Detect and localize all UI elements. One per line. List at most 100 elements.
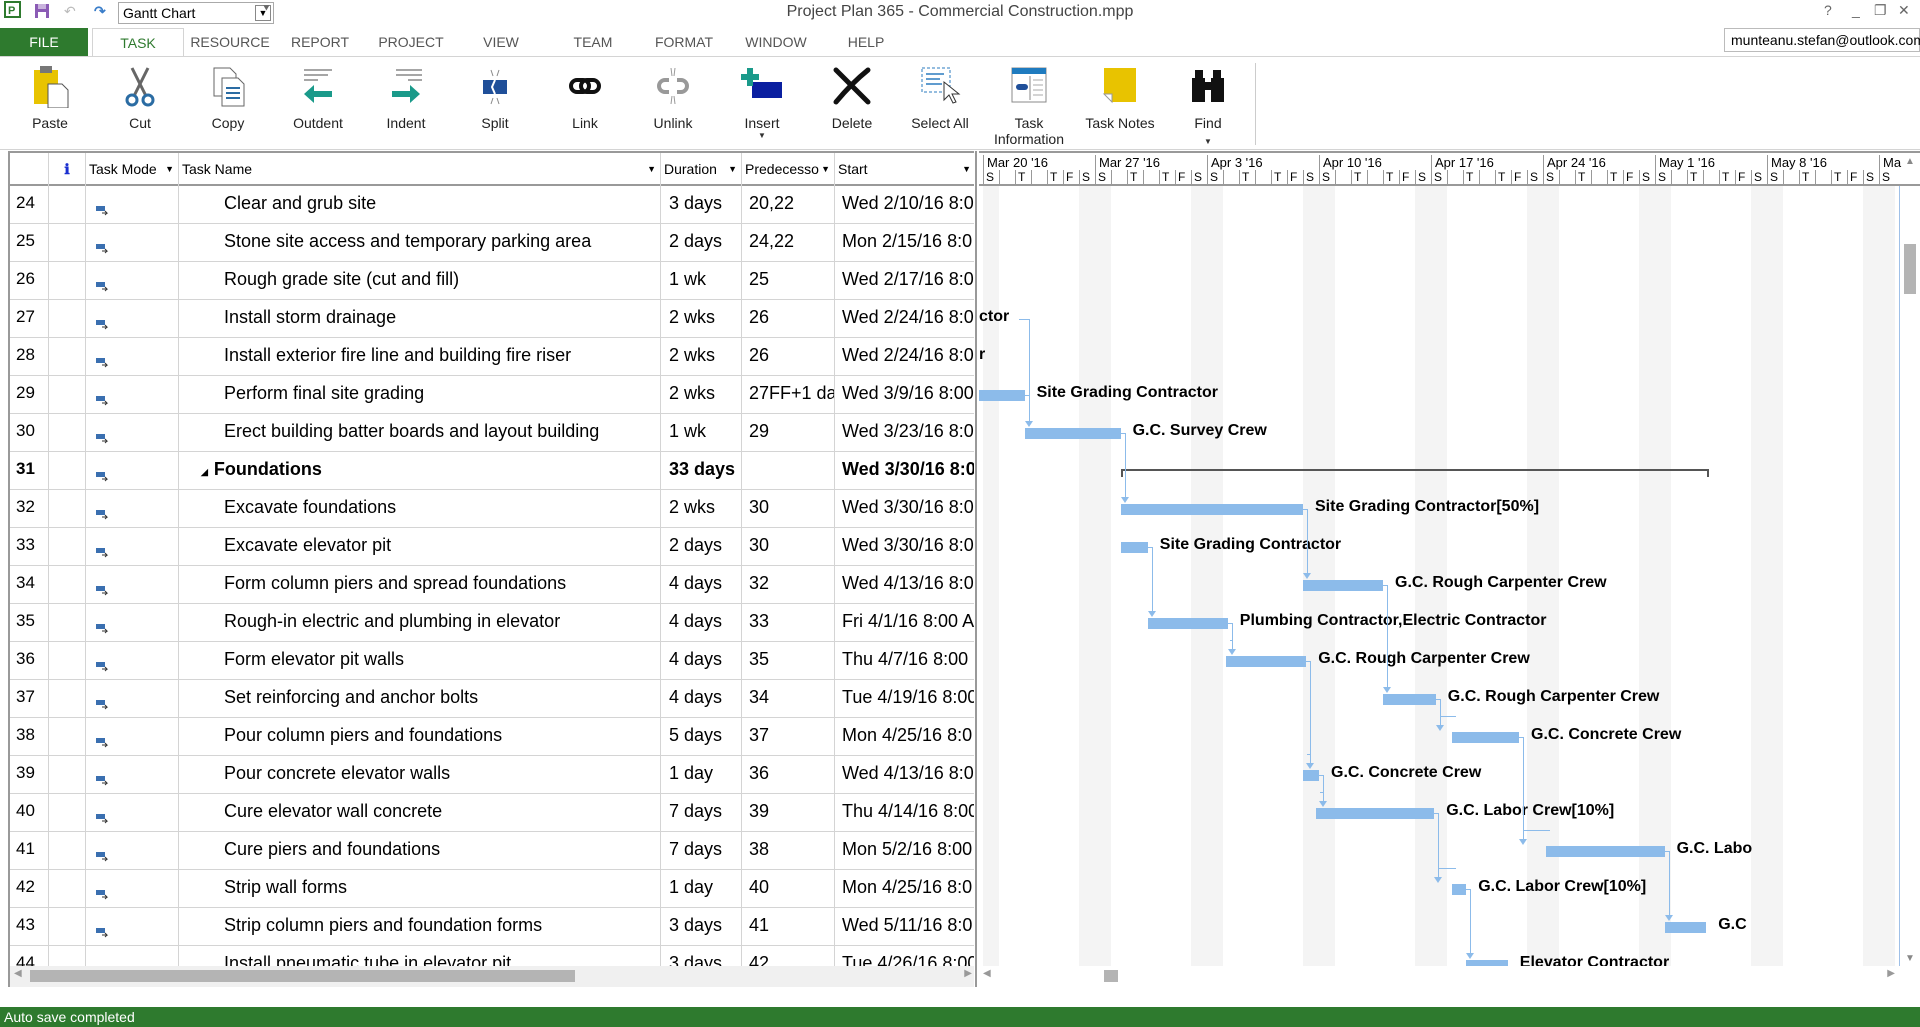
task-bar[interactable] [1303, 580, 1383, 591]
predecessors-cell[interactable]: 39 [742, 794, 835, 832]
duration-cell[interactable]: 33 days [661, 452, 742, 490]
cut-button[interactable]: Cut [100, 63, 180, 147]
row-id[interactable]: 36 [10, 642, 49, 680]
find-button[interactable]: Find ▼ [1168, 63, 1248, 147]
table-row[interactable]: 28 Install exterior fire line and buildin… [10, 338, 974, 376]
table-row[interactable]: 25 Stone site access and temporary parkin… [10, 224, 974, 262]
unlink-button[interactable]: Unlink [633, 63, 713, 147]
duration-cell[interactable]: 1 day [661, 870, 742, 908]
select-all-cell[interactable] [10, 153, 49, 186]
view-selector[interactable]: Gantt Chart ▼ [118, 2, 274, 24]
header-task-mode[interactable]: Task Mode ▼ [86, 153, 179, 186]
task-bar[interactable] [1147, 618, 1228, 629]
predecessors-cell[interactable]: 35 [742, 642, 835, 680]
gantt-hscroll-thumb[interactable] [1104, 970, 1118, 982]
duration-cell[interactable]: 3 days [661, 908, 742, 946]
task-mode-cell[interactable] [86, 832, 179, 870]
start-cell[interactable]: Mon 2/15/16 8:0 [835, 224, 974, 262]
tab-report[interactable]: REPORT [284, 28, 356, 56]
duration-cell[interactable]: 7 days [661, 794, 742, 832]
task-bar[interactable] [1451, 732, 1519, 743]
task-name-cell[interactable]: Install exterior fire line and building … [179, 338, 661, 376]
tab-format[interactable]: FORMAT [648, 28, 720, 56]
task-mode-cell[interactable] [86, 642, 179, 680]
start-cell[interactable]: Mon 4/25/16 8:0 [835, 718, 974, 756]
row-id[interactable]: 42 [10, 870, 49, 908]
scroll-left-icon[interactable]: ◀ [14, 968, 22, 979]
start-cell[interactable]: Thu 4/7/16 8:00 [835, 642, 974, 680]
task-mode-cell[interactable] [86, 224, 179, 262]
task-bar[interactable] [1024, 428, 1121, 439]
tab-file[interactable]: FILE [0, 28, 88, 56]
task-name-cell[interactable]: Erect building batter boards and layout … [179, 414, 661, 452]
copy-button[interactable]: Copy [188, 63, 268, 147]
table-row[interactable]: 36 Form elevator pit walls 4 days 35 Thu 4/7… [10, 642, 974, 680]
task-name-cell[interactable]: Clear and grub site [179, 186, 661, 224]
start-cell[interactable]: Mon 4/25/16 8:0 [835, 870, 974, 908]
task-mode-cell[interactable] [86, 186, 179, 224]
row-id[interactable]: 32 [10, 490, 49, 528]
task-mode-cell[interactable] [86, 794, 179, 832]
table-row[interactable]: 34 Form column piers and spread foundatio… [10, 566, 974, 604]
chevron-down-icon[interactable]: ▼ [728, 153, 737, 186]
row-id[interactable]: 29 [10, 376, 49, 414]
header-predecessors[interactable]: Predecesso ▼ [742, 153, 835, 186]
start-cell[interactable]: Wed 3/23/16 8:0 [835, 414, 974, 452]
predecessors-cell[interactable] [742, 452, 835, 490]
table-row[interactable]: 33 Excavate elevator pit 2 days 30 Wed 3/30/… [10, 528, 974, 566]
gantt-horizontal-scrollbar[interactable]: ◀ ▶ [979, 966, 1899, 987]
start-cell[interactable]: Fri 4/1/16 8:00 A [835, 604, 974, 642]
predecessors-cell[interactable]: 37 [742, 718, 835, 756]
insert-dropdown-icon[interactable]: ▼ [722, 131, 802, 140]
task-name-cell[interactable]: Pour column piers and foundations [179, 718, 661, 756]
task-bar[interactable] [1303, 770, 1319, 781]
table-row[interactable]: 37 Set reinforcing and anchor bolts 4 days… [10, 680, 974, 718]
row-id[interactable]: 41 [10, 832, 49, 870]
task-name-cell[interactable]: Form column piers and spread foundations [179, 566, 661, 604]
tab-view[interactable]: VIEW [474, 28, 528, 56]
start-cell[interactable]: Wed 3/9/16 8:00 [835, 376, 974, 414]
start-cell[interactable]: Wed 3/30/16 8:0 [835, 528, 974, 566]
tab-help[interactable]: HELP [840, 28, 892, 56]
predecessors-cell[interactable]: 32 [742, 566, 835, 604]
table-row[interactable]: 35 Rough-in electric and plumbing in elev… [10, 604, 974, 642]
scroll-right-icon[interactable]: ▶ [964, 968, 972, 979]
duration-cell[interactable]: 2 wks [661, 338, 742, 376]
task-bar[interactable] [1546, 846, 1665, 857]
paste-button[interactable]: Paste [10, 63, 90, 147]
task-mode-cell[interactable] [86, 338, 179, 376]
task-mode-cell[interactable] [86, 414, 179, 452]
start-cell[interactable]: Mon 5/2/16 8:00 [835, 832, 974, 870]
task-name-cell[interactable]: Excavate elevator pit [179, 528, 661, 566]
row-id[interactable]: 37 [10, 680, 49, 718]
predecessors-cell[interactable]: 26 [742, 300, 835, 338]
predecessors-cell[interactable]: 24,22 [742, 224, 835, 262]
task-bar[interactable] [1120, 542, 1148, 553]
duration-cell[interactable]: 7 days [661, 832, 742, 870]
row-id[interactable]: 27 [10, 300, 49, 338]
tab-project[interactable]: PROJECT [372, 28, 450, 56]
task-name-cell[interactable]: Stone site access and temporary parking … [179, 224, 661, 262]
task-mode-cell[interactable] [86, 908, 179, 946]
predecessors-cell[interactable]: 40 [742, 870, 835, 908]
row-id[interactable]: 26 [10, 262, 49, 300]
duration-cell[interactable]: 2 wks [661, 376, 742, 414]
tab-window[interactable]: WINDOW [740, 28, 812, 56]
gantt-vscroll-thumb[interactable] [1904, 244, 1916, 294]
task-name-cell[interactable]: Cure elevator wall concrete [179, 794, 661, 832]
header-task-name[interactable]: Task Name ▼ [179, 153, 661, 186]
row-id[interactable]: 31 [10, 452, 49, 490]
undo-icon[interactable]: ↶ [64, 3, 76, 20]
task-mode-cell[interactable] [86, 604, 179, 642]
duration-cell[interactable]: 2 wks [661, 490, 742, 528]
task-name-cell[interactable]: Cure piers and foundations [179, 832, 661, 870]
start-cell[interactable]: Thu 4/14/16 8:00 [835, 794, 974, 832]
summary-bar[interactable] [1120, 469, 1710, 477]
task-bar[interactable] [1315, 808, 1435, 819]
task-name-cell[interactable]: Install storm drainage [179, 300, 661, 338]
start-cell[interactable]: Wed 2/24/16 8:0 [835, 338, 974, 376]
table-row[interactable]: 24 Clear and grub site 3 days 20,22 Wed 2/10… [10, 186, 974, 224]
select-all-button[interactable]: Select All [900, 63, 980, 147]
task-mode-cell[interactable] [86, 300, 179, 338]
task-information-button[interactable]: Task Information [989, 63, 1069, 147]
